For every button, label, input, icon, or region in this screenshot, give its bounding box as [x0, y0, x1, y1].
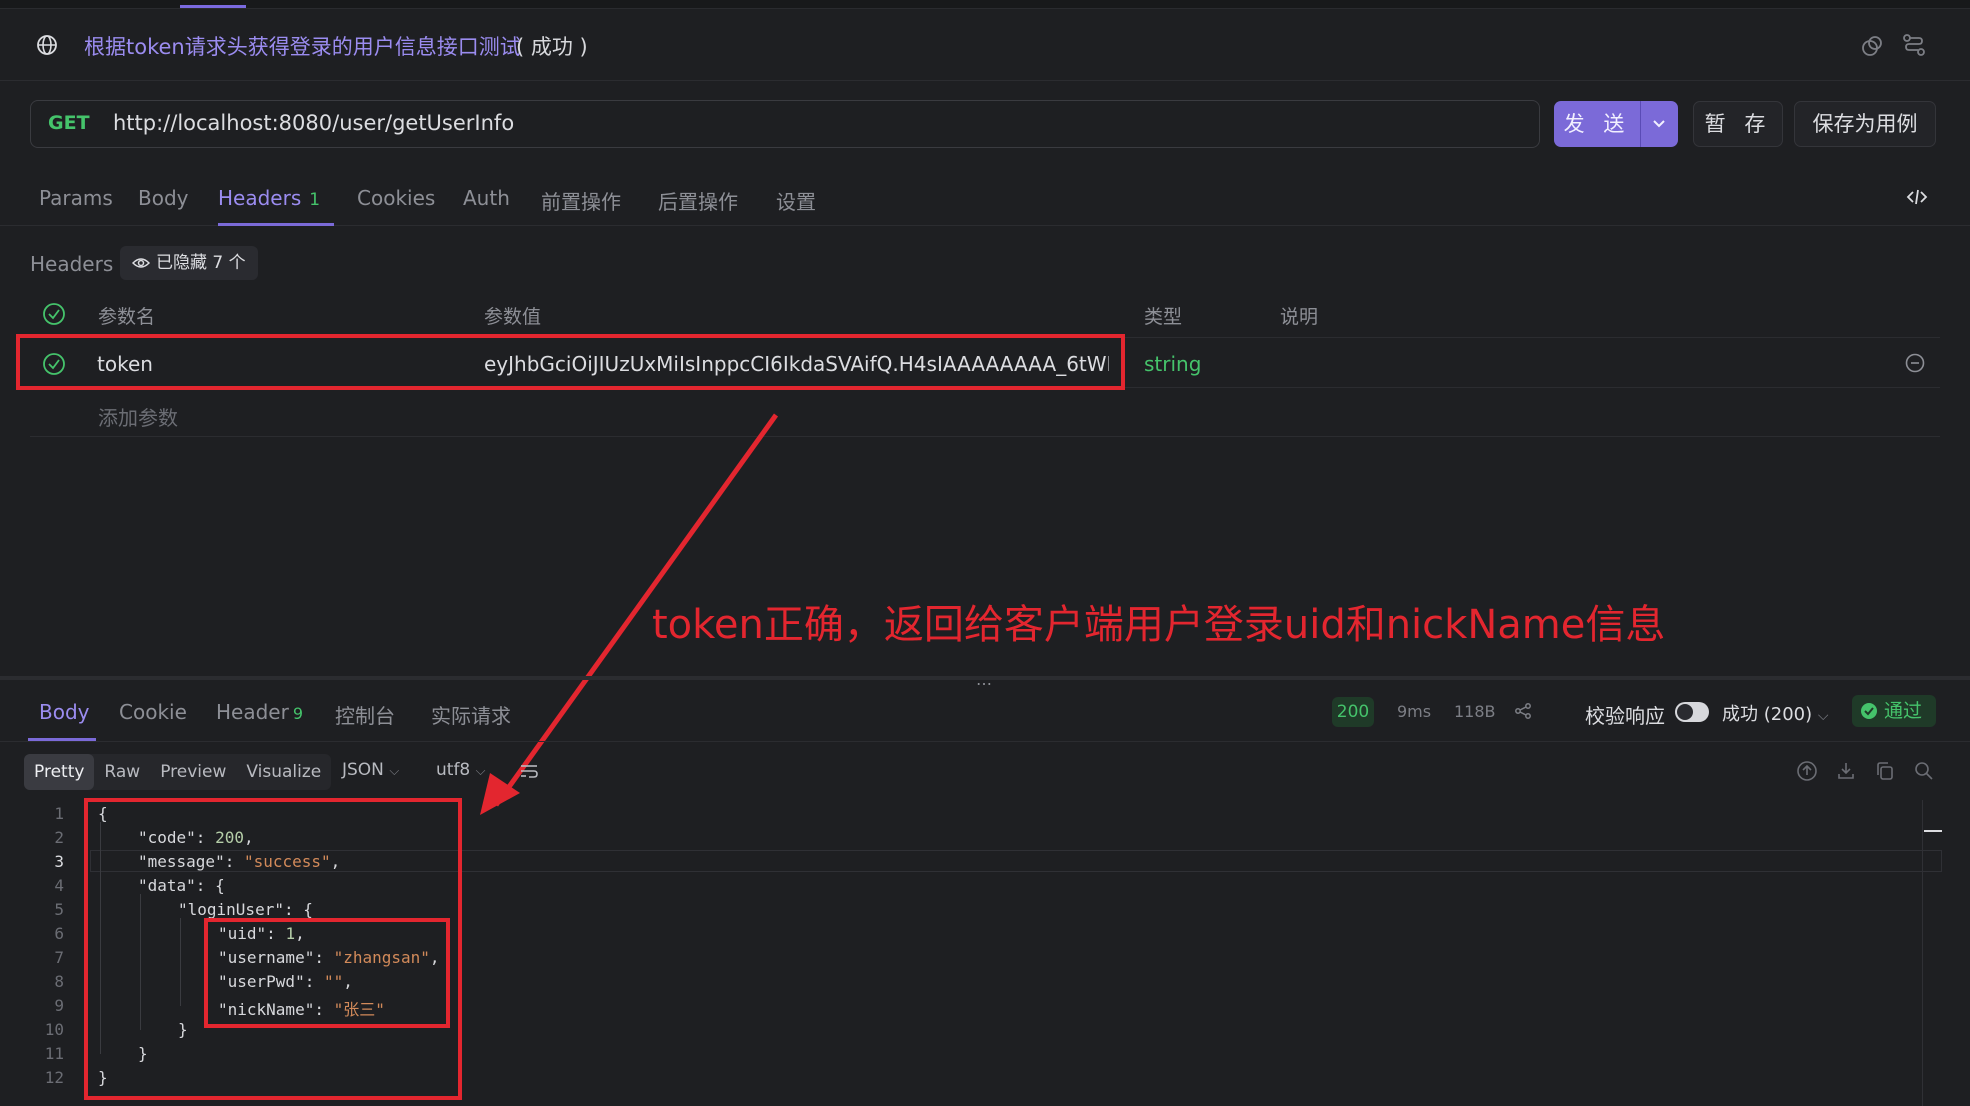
column-description: 说明 — [1280, 306, 1319, 328]
toggle-knob — [1677, 704, 1693, 720]
tab-headers-label: Headers — [218, 186, 302, 210]
tab-pre-actions[interactable]: 前置操作 — [541, 186, 621, 215]
flow-icon[interactable] — [1902, 33, 1926, 57]
title-status: ( 成功 ) — [516, 35, 588, 59]
tab-body[interactable]: Body — [138, 186, 189, 210]
tab-auth[interactable]: Auth — [463, 186, 510, 210]
response-status-label: 成功 (200) — [1722, 704, 1813, 725]
copy-icon[interactable] — [1874, 760, 1896, 782]
header-type-cell[interactable]: string — [1144, 352, 1201, 376]
line-number: 12 — [44, 1068, 64, 1087]
pass-badge: 通过 — [1852, 695, 1936, 727]
view-mode-switch: Pretty Raw Preview Visualize — [24, 754, 332, 790]
tab-cookies[interactable]: Cookies — [357, 186, 435, 210]
editor-scrollbar[interactable] — [1922, 800, 1923, 1106]
page-title[interactable]: 根据token请求头获得登录的用户信息接口测试 — [84, 31, 521, 61]
response-size: 118B — [1454, 702, 1496, 721]
line-number: 7 — [54, 948, 64, 967]
method-select[interactable]: GET — [48, 112, 90, 134]
hidden-headers-chip[interactable]: 已隐藏 7 个 — [120, 246, 258, 280]
scroll-marker — [1924, 830, 1942, 832]
send-button-group: 发 送 — [1554, 101, 1678, 147]
status-code-badge: 200 — [1332, 697, 1374, 727]
download-icon[interactable] — [1835, 760, 1857, 782]
top-strip — [0, 0, 1970, 9]
line-number: 11 — [44, 1044, 64, 1063]
column-type: 类型 — [1144, 306, 1183, 328]
highlight-box-login-user — [204, 918, 450, 1028]
line-number: 6 — [54, 924, 64, 943]
send-dropdown[interactable] — [1641, 101, 1678, 147]
line-number: 8 — [54, 972, 64, 991]
highlight-box-token-row — [16, 334, 1125, 390]
response-time: 9ms — [1397, 702, 1432, 721]
select-all-checkbox[interactable] — [42, 302, 66, 326]
tab-response-header-badge: 9 — [292, 704, 304, 723]
encoding-select-label: utf8 — [436, 760, 471, 780]
response-tab-underline — [28, 738, 96, 741]
line-number: 9 — [54, 996, 64, 1015]
share-response-icon[interactable] — [1514, 702, 1532, 720]
line-number: 4 — [54, 876, 64, 895]
code-icon[interactable] — [1906, 186, 1928, 208]
format-select-label: JSON — [342, 760, 384, 780]
line-number: 2 — [54, 828, 64, 847]
globe-icon — [36, 34, 58, 56]
save-as-case-button[interactable]: 保存为用例 — [1794, 101, 1936, 147]
wrap-lines-icon[interactable] — [518, 760, 540, 782]
upload-icon[interactable] — [1796, 760, 1818, 782]
share-icon[interactable] — [1860, 34, 1884, 58]
splitter-handle-icon[interactable]: … — [976, 670, 992, 689]
send-button[interactable]: 发 送 — [1554, 101, 1640, 147]
mode-visualize[interactable]: Visualize — [236, 754, 331, 790]
search-icon[interactable] — [1913, 760, 1935, 782]
response-status-select[interactable]: 成功 (200) ⌵ — [1722, 700, 1828, 726]
url-input[interactable]: http://localhost:8080/user/getUserInfo — [113, 111, 514, 135]
save-button[interactable]: 暂 存 — [1693, 101, 1783, 147]
add-param-placeholder[interactable]: 添加参数 — [98, 402, 178, 431]
tab-headers[interactable]: Headers 1 — [218, 186, 320, 210]
eye-icon — [132, 258, 150, 268]
headers-label: Headers — [30, 252, 114, 276]
verify-response-label: 校验响应 — [1585, 704, 1665, 728]
column-param-value: 参数值 — [484, 306, 542, 328]
mode-preview[interactable]: Preview — [150, 754, 236, 790]
tab-actual-request[interactable]: 实际请求 — [431, 700, 511, 729]
encoding-select[interactable]: utf8 ⌵ — [436, 760, 486, 780]
line-number: 3 — [54, 852, 64, 871]
tab-response-header-label: Header — [216, 700, 289, 724]
tab-post-actions[interactable]: 后置操作 — [658, 186, 738, 215]
remove-row-icon[interactable] — [1905, 353, 1925, 373]
tab-response-cookie[interactable]: Cookie — [119, 700, 187, 724]
line-number: 1 — [54, 804, 64, 823]
tab-response-body[interactable]: Body — [39, 700, 90, 724]
divider — [30, 436, 1940, 437]
verify-response-toggle[interactable] — [1675, 702, 1709, 722]
annotation-text: token正确，返回给客户端用户登录uid和nickName信息 — [652, 602, 1666, 648]
pass-label: 通过 — [1884, 700, 1923, 722]
chevron-down-icon: ⌵ — [475, 764, 486, 779]
active-tab-indicator — [180, 5, 246, 8]
tab-console[interactable]: 控制台 — [335, 700, 395, 729]
tab-settings[interactable]: 设置 — [776, 186, 816, 215]
chevron-down-icon: ⌵ — [1817, 708, 1829, 724]
active-tab-underline — [218, 223, 334, 226]
tab-response-header[interactable]: Header 9 — [216, 700, 303, 724]
chevron-down-icon — [1653, 120, 1665, 128]
column-param-name: 参数名 — [98, 306, 156, 328]
line-number: 10 — [44, 1020, 64, 1039]
tab-headers-badge: 1 — [309, 190, 321, 210]
hidden-headers-label: 已隐藏 7 个 — [156, 253, 246, 273]
line-number: 5 — [54, 900, 64, 919]
format-select[interactable]: JSON ⌵ — [342, 760, 399, 780]
chevron-down-icon: ⌵ — [389, 764, 400, 779]
mode-raw[interactable]: Raw — [94, 754, 150, 790]
mode-pretty[interactable]: Pretty — [24, 754, 95, 790]
tab-params[interactable]: Params — [39, 186, 113, 210]
check-circle-icon — [1861, 703, 1877, 719]
request-tabs: Params Body Headers 1 Cookies Auth 前置操作 后… — [0, 166, 1970, 226]
